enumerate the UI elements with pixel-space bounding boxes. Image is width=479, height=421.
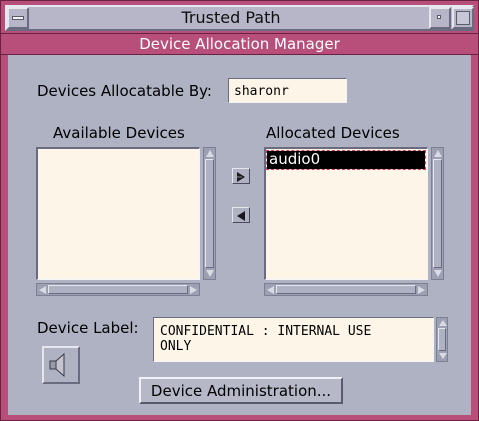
deallocate-button[interactable] xyxy=(232,207,250,223)
device-label-vscrollbar[interactable] xyxy=(436,317,448,362)
scroll-left-icon[interactable] xyxy=(39,286,46,294)
scroll-down-icon[interactable] xyxy=(434,270,442,277)
speaker-icon xyxy=(49,352,65,378)
app-banner: Device Allocation Manager xyxy=(1,34,478,55)
scroll-up-icon[interactable] xyxy=(206,150,214,157)
device-type-tile xyxy=(42,346,80,384)
arrow-left-icon xyxy=(237,211,245,221)
minimize-icon xyxy=(437,15,441,19)
maximize-icon xyxy=(456,11,470,25)
available-list-hscrollbar[interactable] xyxy=(36,283,200,296)
scroll-up-icon[interactable] xyxy=(434,150,442,157)
dialog-content: Devices Allocatable By: sharonr Availabl… xyxy=(8,55,471,415)
maximize-button[interactable] xyxy=(452,7,474,29)
available-list-hthumb[interactable] xyxy=(48,285,188,294)
scroll-left-icon[interactable] xyxy=(267,286,274,294)
allocated-devices-list[interactable]: audio0 xyxy=(264,147,428,280)
allocatable-by-label: Devices Allocatable By: xyxy=(37,82,212,100)
available-list-vthumb[interactable] xyxy=(205,159,214,268)
minimize-button[interactable] xyxy=(429,7,451,29)
available-devices-list[interactable] xyxy=(36,147,200,280)
allocated-devices-header: Allocated Devices xyxy=(266,124,400,142)
scroll-right-icon[interactable] xyxy=(190,286,197,294)
device-label-caption: Device Label: xyxy=(37,319,139,337)
available-devices-header: Available Devices xyxy=(53,124,185,142)
allocated-item-audio0[interactable]: audio0 xyxy=(266,150,426,170)
allocated-list-vscrollbar[interactable] xyxy=(431,147,444,280)
device-administration-button[interactable]: Device Administration... xyxy=(139,377,343,404)
allocate-button[interactable] xyxy=(232,168,250,184)
window-title: Trusted Path xyxy=(181,8,281,27)
allocatable-by-field[interactable]: sharonr xyxy=(228,78,347,103)
allocated-list-hscrollbar[interactable] xyxy=(264,283,428,296)
window-frame-bottom xyxy=(1,415,478,420)
available-list-vscrollbar[interactable] xyxy=(203,147,216,280)
allocated-list-hthumb[interactable] xyxy=(276,285,416,294)
scroll-right-icon[interactable] xyxy=(418,286,425,294)
allocated-list-vthumb[interactable] xyxy=(433,159,442,268)
window-frame-left xyxy=(1,55,8,415)
device-label-field[interactable]: CONFIDENTIAL : INTERNAL USE ONLY xyxy=(153,317,434,362)
window-menu-icon xyxy=(12,16,24,20)
window-menu-button[interactable] xyxy=(7,7,29,29)
window-frame-right xyxy=(471,55,478,415)
trusted-path-window: Trusted Path Device Allocation Manager D… xyxy=(0,0,479,421)
device-label-vthumb[interactable] xyxy=(438,328,446,351)
scroll-down-icon[interactable] xyxy=(206,270,214,277)
scroll-down-icon[interactable] xyxy=(439,353,447,359)
arrow-right-icon xyxy=(237,172,245,182)
title-bar[interactable]: Trusted Path xyxy=(1,1,478,34)
scroll-up-icon[interactable] xyxy=(439,320,447,326)
